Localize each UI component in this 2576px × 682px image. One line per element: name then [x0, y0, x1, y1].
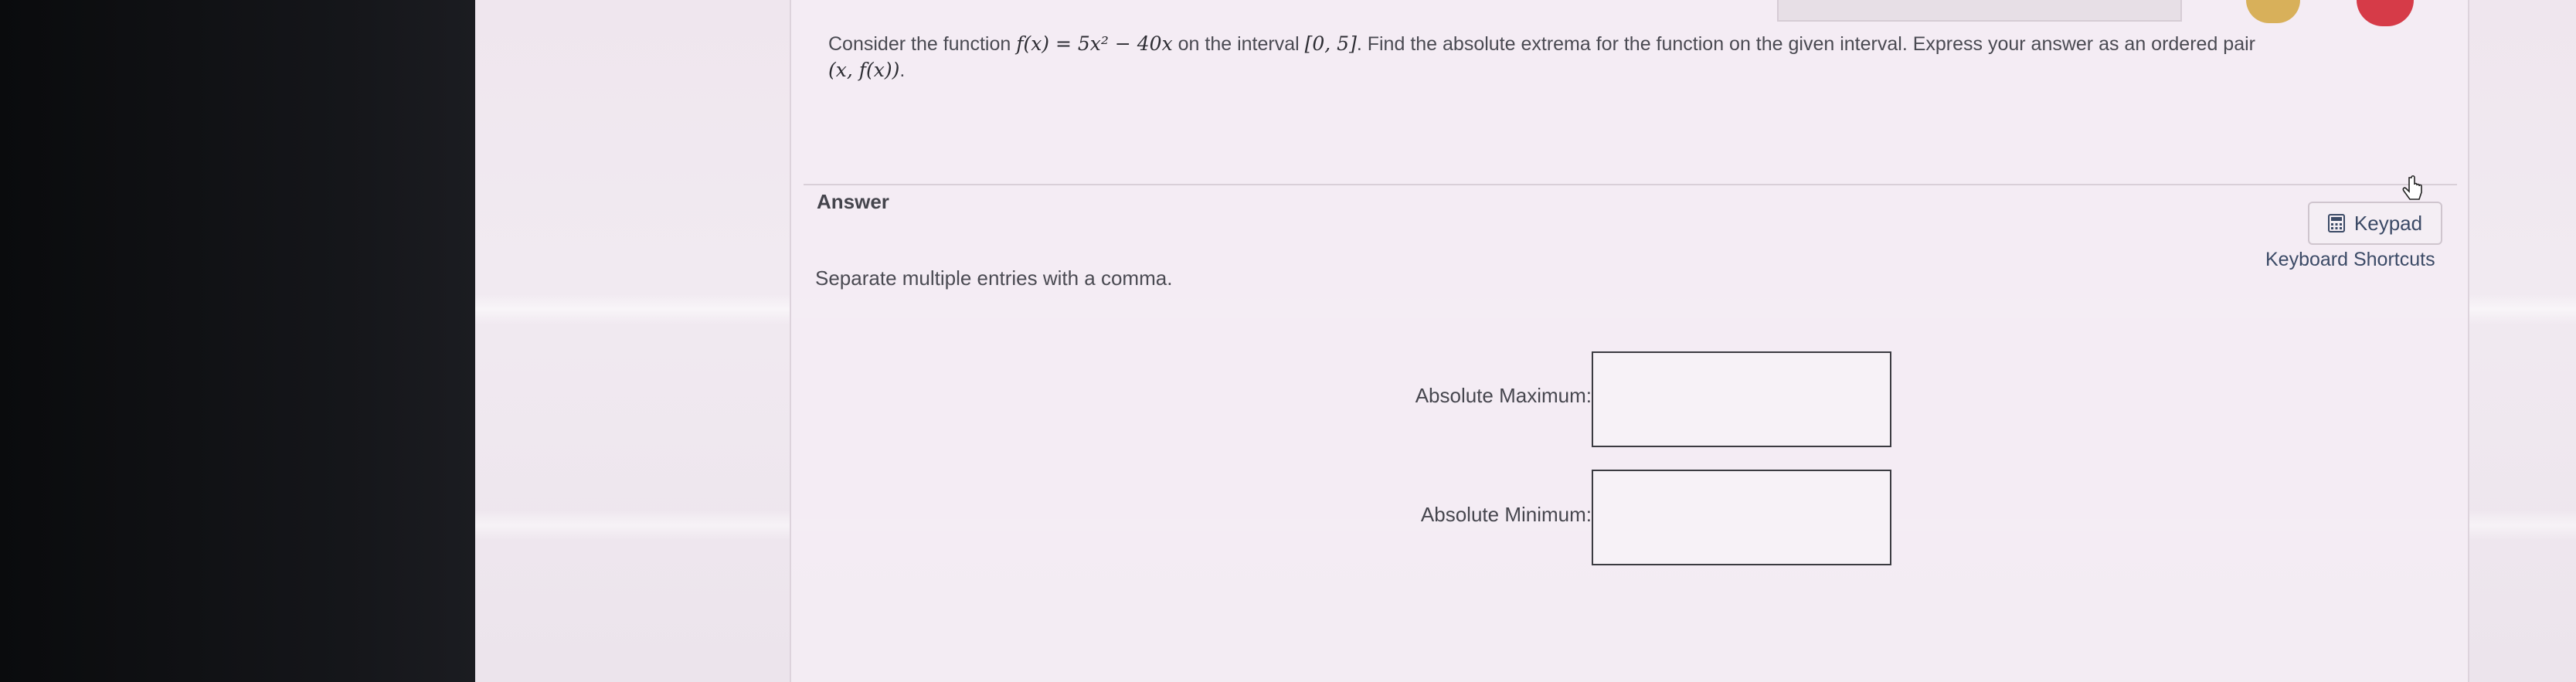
screen: Consider the function f(x) = 5x² − 40x o… [0, 0, 2576, 682]
absolute-maximum-input[interactable] [1592, 351, 1891, 447]
entry-instruction: Separate multiple entries with a comma. [815, 266, 1173, 290]
absolute-minimum-input[interactable] [1592, 470, 1891, 565]
top-tab[interactable] [1777, 0, 2182, 22]
keypad-button[interactable]: Keypad [2308, 202, 2442, 245]
function-expression: f(x) = 5x² − 40x [1016, 32, 1173, 55]
question-suffix: . Find the absolute extrema for the func… [1356, 33, 2255, 55]
question-text: Consider the function f(x) = 5x² − 40x o… [828, 31, 2435, 83]
keypad-label: Keypad [2353, 211, 2423, 235]
question-prefix: Consider the function [828, 33, 1017, 55]
answer-heading: Answer [817, 190, 889, 213]
absolute-maximum-label: Absolute Maximum: [1415, 384, 1592, 407]
section-divider [804, 184, 2457, 185]
question-card [790, 0, 2469, 682]
interval-expression: [0, 5] [1304, 32, 1357, 55]
keyboard-shortcuts-link[interactable]: Keyboard Shortcuts [2265, 249, 2435, 271]
calculator-icon [2327, 214, 2345, 232]
question-period: . [899, 59, 906, 81]
question-middle: on the interval [1172, 33, 1305, 55]
dark-left-region [0, 0, 494, 682]
absolute-minimum-label: Absolute Minimum: [1420, 503, 1592, 526]
hand-cursor-icon [2402, 175, 2422, 200]
ordered-pair-expression: (x, f(x)) [828, 59, 900, 81]
